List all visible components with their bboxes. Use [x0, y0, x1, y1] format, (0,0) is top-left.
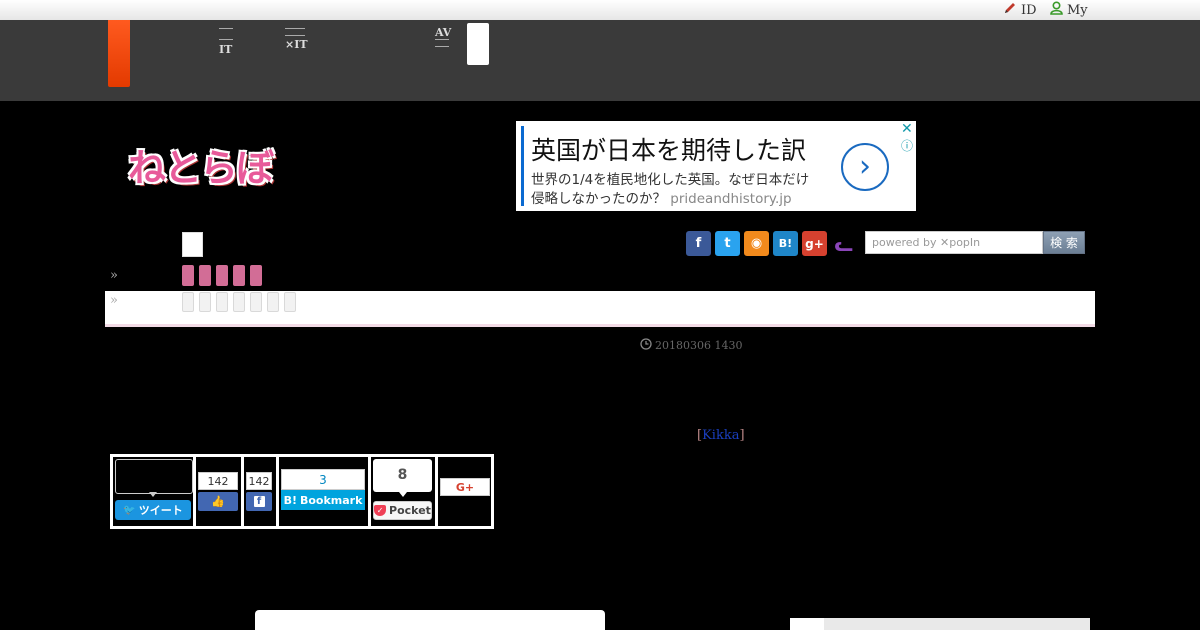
tweet-count-bubble: [115, 459, 193, 494]
facebook-share-button[interactable]: f: [246, 492, 272, 511]
nav-item-2-icon: [285, 28, 305, 36]
like-count: 142: [198, 472, 238, 490]
twitter-bird-icon: 🐦: [123, 504, 136, 516]
home-crumb[interactable]: [182, 232, 203, 257]
pocket-label: Pocket: [389, 504, 431, 517]
author-bracket-close: ]: [739, 428, 745, 443]
hatena-count: 3: [281, 469, 365, 490]
site-logo[interactable]: ねとらぼ: [128, 137, 274, 192]
my-link-label: My: [1067, 2, 1088, 18]
bubble-arrow: [149, 492, 157, 497]
user-icon: [1050, 1, 1063, 19]
breadcrumb-separator: »: [110, 268, 118, 283]
breadcrumb-underline: [105, 324, 1095, 327]
category-tag[interactable]: [233, 265, 245, 286]
share-divider: [193, 457, 196, 526]
bubble-arrow: [399, 492, 407, 497]
googleplus-button[interactable]: G+: [440, 478, 490, 496]
ad-domain: prideandhistory.jp: [670, 191, 792, 207]
breadcrumb-tag[interactable]: [233, 292, 245, 312]
article-timestamp: 20180306 1430: [640, 338, 742, 353]
breadcrumb-tag[interactable]: [267, 292, 279, 312]
breadcrumb-tag[interactable]: [216, 292, 228, 312]
googleplus-icon[interactable]: g+: [802, 231, 827, 256]
hatena-bookmark-button[interactable]: B! Bookmark: [281, 490, 365, 510]
breadcrumb-separator: »: [110, 293, 118, 308]
ad-headline[interactable]: 英国が日本を期待した訳: [531, 131, 806, 167]
hatena-label: Bookmark: [299, 493, 363, 507]
facebook-icon[interactable]: f: [686, 231, 711, 256]
tweet-label: ツイート: [138, 504, 183, 517]
nav-item-1[interactable]: IT: [219, 28, 233, 55]
nav-item-1-label: IT: [219, 43, 233, 56]
nav-item-3[interactable]: AV: [435, 27, 451, 47]
search-input[interactable]: powered by ✕popIn: [865, 231, 1043, 254]
tweet-button[interactable]: 🐦 ツイート: [115, 500, 191, 520]
category-tag[interactable]: [216, 265, 228, 286]
breadcrumb-tag[interactable]: [284, 292, 296, 312]
share-buttons: 🐦 ツイート 142 👍 142 f 3 B! Bookmark 8 ✓ Poc…: [110, 454, 494, 529]
author-link[interactable]: Kikka: [702, 428, 739, 443]
nav-item-3-icon: [435, 39, 449, 47]
breadcrumb-tag[interactable]: [182, 292, 194, 312]
id-link[interactable]: ID: [1003, 1, 1037, 19]
share-divider: [368, 457, 371, 526]
twitter-icon[interactable]: t: [715, 231, 740, 256]
id-link-label: ID: [1021, 2, 1037, 18]
share-divider: [435, 457, 438, 526]
breadcrumb-tag[interactable]: [199, 292, 211, 312]
my-link[interactable]: My: [1050, 1, 1088, 19]
chevron-right-icon[interactable]: ›: [841, 143, 889, 191]
clock-icon: [640, 338, 652, 353]
nav-item-2-label: ×IT: [285, 38, 308, 51]
share-divider: [276, 457, 279, 526]
rss-icon[interactable]: ◉: [744, 231, 769, 256]
ad-accent-bar: [521, 126, 524, 206]
nav-item-2[interactable]: ×IT: [285, 28, 308, 50]
hatena-b-icon: B!: [283, 493, 297, 507]
fb-share-count: 142: [246, 472, 272, 490]
category-tag[interactable]: [199, 265, 211, 286]
facebook-icon: f: [253, 496, 265, 507]
search-button[interactable]: 検 索: [1043, 231, 1085, 254]
info-icon[interactable]: ⓘ: [901, 137, 913, 154]
close-icon[interactable]: ✕: [901, 121, 913, 137]
global-nav: [0, 20, 1200, 101]
ad-banner[interactable]: 英国が日本を期待した訳 世界の1/4を植民地化した英国。なぜ日本だけ侵略しなかっ…: [516, 121, 916, 211]
pocket-count: 8: [373, 459, 432, 492]
breadcrumb-tag[interactable]: [250, 292, 262, 312]
facebook-like-button[interactable]: 👍: [198, 492, 238, 511]
itmedia-logo-tab[interactable]: [108, 20, 130, 87]
hatena-icon[interactable]: B!: [773, 231, 798, 256]
category-tag[interactable]: [182, 265, 194, 286]
related-card[interactable]: [255, 610, 605, 630]
pencil-icon: [1003, 1, 1017, 19]
pocket-icon: ✓: [374, 505, 387, 516]
author-credit: [Kikka]: [697, 428, 745, 443]
pocket-button[interactable]: ✓ Pocket: [373, 501, 432, 520]
nav-search-box[interactable]: [467, 23, 489, 65]
share-divider: [241, 457, 244, 526]
thumbs-up-icon: 👍: [211, 495, 225, 508]
sidebar-card-header: [824, 618, 1090, 630]
cat-icon[interactable]: ᓚ: [831, 231, 856, 256]
timestamp-text: 20180306 1430: [655, 339, 743, 352]
nav-item-1-icon: [219, 28, 233, 40]
category-tag[interactable]: [250, 265, 262, 286]
nav-item-3-label: AV: [435, 26, 452, 39]
ad-body: 世界の1/4を植民地化した英国。なぜ日本だけ侵略しなかったのか？ pridean…: [531, 171, 821, 209]
